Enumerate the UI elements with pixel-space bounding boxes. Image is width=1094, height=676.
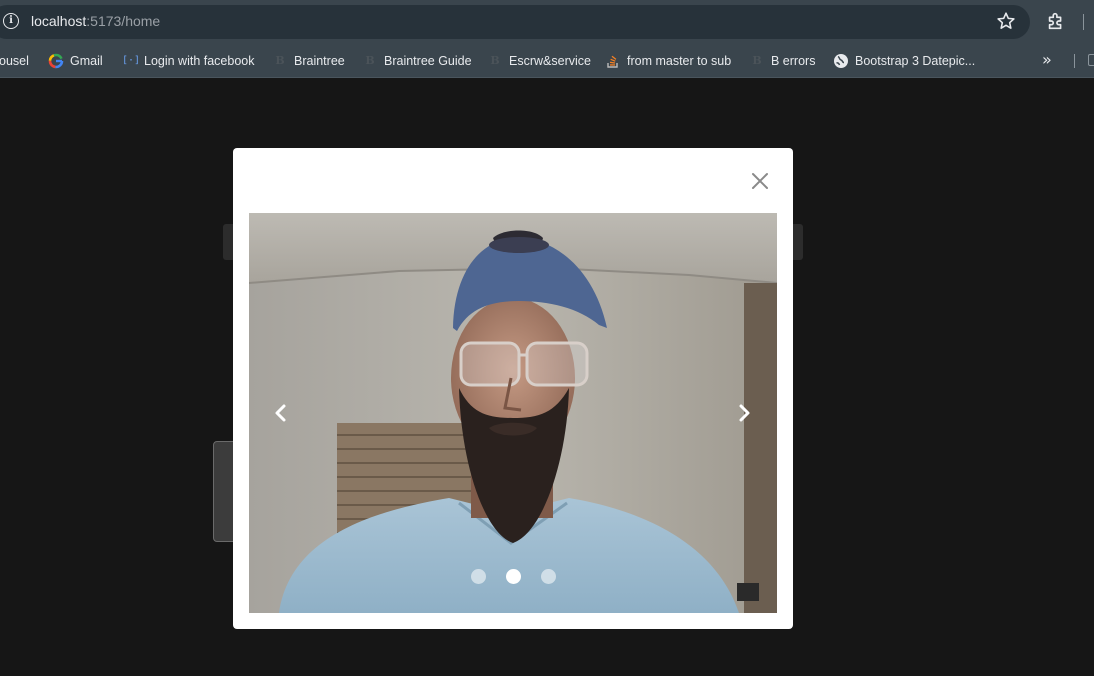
bookmark-carousel[interactable]: ousel (0, 44, 29, 78)
bookmark-label: Braintree (294, 54, 345, 68)
bookmark-escrw-service[interactable]: B Escrw&service (487, 44, 591, 78)
bookmark-braintree-guide[interactable]: B Braintree Guide (362, 44, 472, 78)
bookmark-login-facebook[interactable]: [·] Login with facebook (122, 44, 255, 78)
bookmark-label: Gmail (70, 54, 103, 68)
bookmark-braintree[interactable]: B Braintree (272, 44, 345, 78)
bookmark-gmail[interactable]: Gmail (48, 44, 103, 78)
browser-toolbar: i localhost:5173/home (0, 0, 1094, 44)
bookmark-label: Bootstrap 3 Datepic... (855, 54, 976, 68)
b-icon: B (275, 54, 285, 67)
carousel-slide-photo (249, 213, 777, 613)
bracket-icon: [·] (122, 55, 141, 66)
b-icon: B (490, 54, 500, 67)
bookmark-star-icon[interactable] (995, 10, 1017, 32)
bookmark-label: Braintree Guide (384, 54, 472, 68)
carousel-indicator-3[interactable] (540, 569, 556, 584)
bookmark-master-to-sub[interactable]: from master to sub (605, 44, 731, 78)
url-path: :5173/home (86, 13, 161, 29)
google-icon (48, 53, 64, 69)
carousel-indicator-2[interactable] (505, 569, 521, 584)
bookmark-label: Login with facebook (144, 54, 255, 68)
carousel-indicators (249, 569, 777, 584)
bookmark-label: Escrw&service (509, 54, 591, 68)
bookmarks-bar: ousel Gmail [·] Login with facebook B Br… (0, 44, 1094, 78)
carousel-indicator-1[interactable] (470, 569, 486, 584)
chevron-left-icon[interactable] (269, 401, 293, 425)
chevron-right-icon[interactable] (732, 401, 756, 425)
image-modal (233, 148, 793, 629)
bookmark-bootstrap-datepicker[interactable]: Bootstrap 3 Datepic... (833, 44, 975, 78)
bookmark-label: from master to sub (627, 54, 732, 68)
bookmark-label: B errors (771, 54, 816, 68)
stackoverflow-icon (607, 55, 618, 68)
url-host: localhost (31, 13, 87, 29)
b-icon: B (365, 54, 375, 67)
b-icon: B (752, 54, 762, 67)
url-text[interactable]: localhost:5173/home (31, 13, 160, 29)
info-icon[interactable]: i (3, 13, 19, 29)
toolbar-divider (1083, 14, 1084, 30)
bookmarks-divider (1074, 54, 1075, 68)
all-bookmarks-folder-icon[interactable] (1088, 54, 1094, 66)
close-icon[interactable] (747, 168, 773, 194)
extensions-puzzle-icon[interactable] (1045, 10, 1067, 32)
more-bookmarks-chevron-icon[interactable]: » (1042, 50, 1052, 69)
address-bar[interactable]: i localhost:5173/home (0, 5, 1030, 39)
bookmark-b-errors[interactable]: B B errors (749, 44, 815, 78)
bookmark-label: ousel (0, 54, 29, 68)
image-carousel (249, 213, 777, 613)
globe-icon (834, 54, 848, 68)
